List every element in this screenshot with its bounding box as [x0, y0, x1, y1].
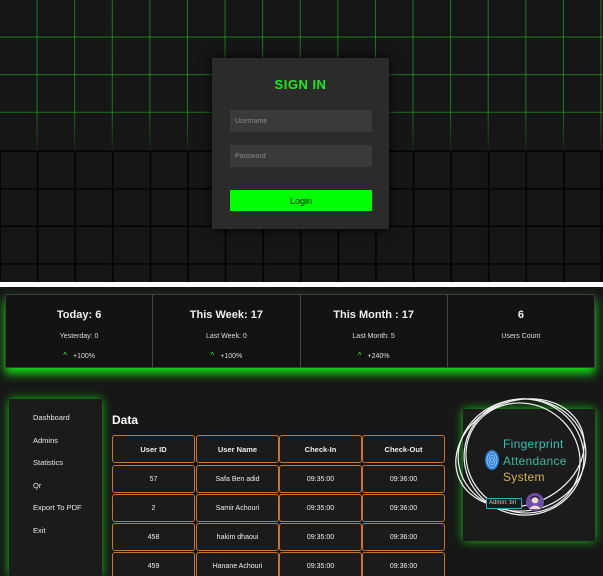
signin-title: SIGN IN — [274, 77, 327, 92]
stats-bar: Today: 6 Yesterday: 0 ^ +100% This Week: … — [5, 294, 595, 368]
login-button[interactable]: Login — [230, 190, 372, 211]
table-cell: Safa Ben adid — [196, 465, 279, 493]
username-input[interactable] — [230, 110, 372, 132]
table-cell: 09:35:00 — [279, 552, 362, 576]
signin-screen: SIGN IN Login — [0, 0, 603, 282]
stat-month: This Month : 17 Last Month: 5 ^ +240% — [301, 295, 448, 367]
table-cell: hakim dhaoui — [196, 523, 279, 551]
stat-delta: ^ +100% — [153, 351, 299, 360]
password-input[interactable] — [230, 145, 372, 167]
column-header: Check-Out — [362, 435, 445, 463]
stat-sub: Last Week: 0 — [206, 333, 247, 340]
stat-today: Today: 6 Yesterday: 0 ^ +100% — [6, 295, 154, 367]
table-cell: 09:35:00 — [279, 494, 362, 522]
table-cell: 459 — [112, 552, 195, 576]
sidebar-item-dashboard[interactable]: Dashboard — [33, 413, 70, 422]
table-cell: 09:35:00 — [279, 465, 362, 493]
table-cell: 09:36:00 — [362, 523, 445, 551]
admin-name-field[interactable]: Admin: bri — [486, 498, 522, 509]
brand-line-1: Fingerprint — [503, 437, 564, 451]
table-cell: 09:36:00 — [362, 552, 445, 576]
caret-up-icon: ^ — [357, 351, 362, 360]
brand-line-3: System — [503, 470, 545, 484]
stat-sub: Last Month: 5 — [352, 333, 395, 340]
sidebar-item-export-pdf[interactable]: Export To PDF — [33, 503, 82, 512]
stat-week: This Week: 17 Last Week: 0 ^ +100% — [153, 295, 301, 367]
stat-delta-value: +240% — [367, 353, 390, 360]
table-cell: 57 — [112, 465, 195, 493]
stat-delta: ^ +100% — [6, 351, 152, 360]
sidebar-item-statistics[interactable]: Statistics — [33, 458, 63, 467]
stat-delta-value: +100% — [220, 353, 243, 360]
table-cell: 09:36:00 — [362, 494, 445, 522]
fingerprint-icon — [485, 450, 499, 470]
caret-up-icon: ^ — [63, 351, 67, 360]
table-cell: 09:35:00 — [279, 523, 362, 551]
avatar-icon[interactable] — [526, 493, 544, 511]
table-cell: Hanane Achouri — [196, 552, 279, 576]
sidebar-item-qr[interactable]: Qr — [33, 481, 41, 490]
stat-sub: Yesterday: 0 — [59, 333, 99, 340]
stat-delta: ^ +240% — [301, 351, 447, 360]
signin-card: SIGN IN Login — [212, 58, 389, 229]
stat-delta-value: +100% — [73, 353, 95, 360]
table-cell: 09:36:00 — [362, 465, 445, 493]
column-header: User Name — [196, 435, 279, 463]
caret-up-icon: ^ — [210, 351, 215, 360]
table-cell: 458 — [112, 523, 195, 551]
stat-title: This Week: 17 — [189, 309, 263, 321]
stat-title: This Month : 17 — [333, 309, 414, 321]
stat-users: 6 Users Count — [448, 295, 594, 367]
stat-sub: Users Count — [501, 333, 541, 340]
table-cell: Samir Achouri — [196, 494, 279, 522]
sidebar-item-exit[interactable]: Exit — [33, 526, 46, 535]
data-title: Data — [112, 413, 139, 427]
dashboard-screen: Today: 6 Yesterday: 0 ^ +100% This Week: … — [0, 287, 603, 576]
stat-title: 6 — [517, 309, 524, 321]
stat-title: Today: 6 — [56, 309, 102, 321]
column-header: User ID — [112, 435, 195, 463]
column-header: Check-In — [279, 435, 362, 463]
sidebar-item-admins[interactable]: Admins — [33, 436, 58, 445]
brand-line-2: Attendance — [503, 454, 567, 468]
table-cell: 2 — [112, 494, 195, 522]
sidebar: Dashboard Admins Statistics Qr Export To… — [9, 399, 102, 576]
